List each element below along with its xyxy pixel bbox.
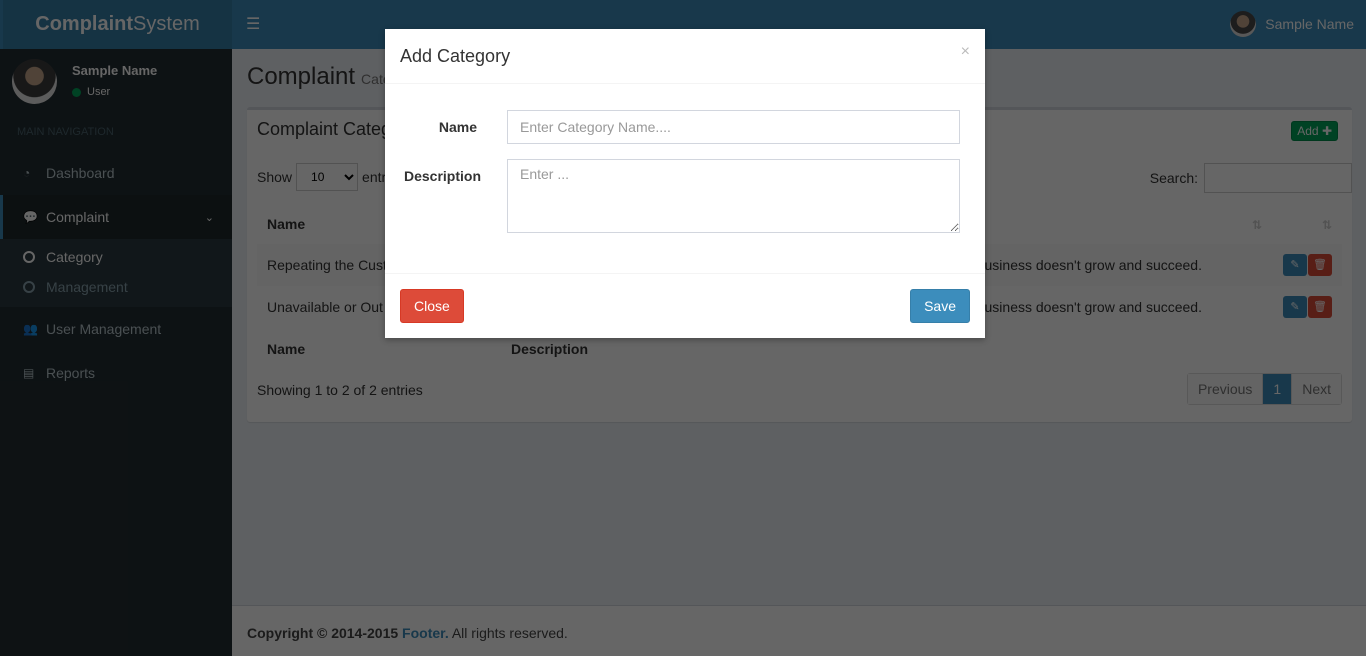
name-label: Name <box>438 119 477 135</box>
category-name-input[interactable] <box>507 110 960 144</box>
modal-title: Add Category <box>400 46 511 66</box>
description-label: Description <box>403 168 481 184</box>
add-category-modal: Add Category × Name Description Close Sa… <box>385 29 985 338</box>
modal-footer: Close Save <box>385 273 985 338</box>
save-button[interactable]: Save <box>910 289 970 323</box>
category-description-textarea[interactable] <box>507 159 960 233</box>
close-button[interactable]: Close <box>400 289 464 323</box>
modal-header: Add Category × <box>385 29 985 84</box>
close-icon[interactable]: × <box>961 43 970 61</box>
